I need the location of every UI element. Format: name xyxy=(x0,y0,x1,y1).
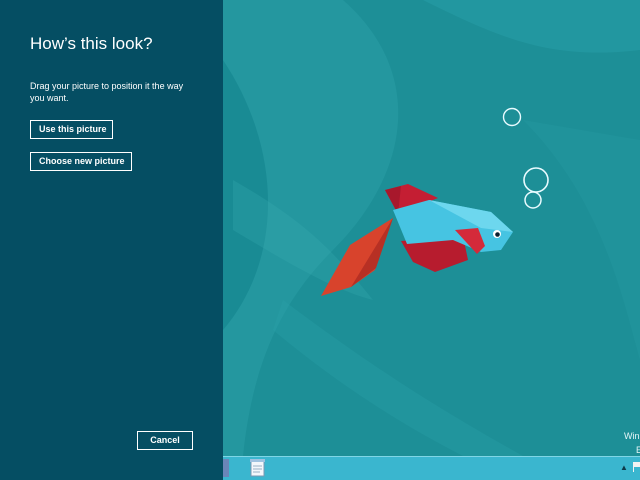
notepad-icon[interactable] xyxy=(247,458,269,478)
picture-preview[interactable] xyxy=(223,0,640,456)
start-edge[interactable] xyxy=(223,459,229,477)
choose-new-picture-button[interactable]: Choose new picture xyxy=(30,152,132,171)
betta-fish-wallpaper[interactable] xyxy=(223,0,640,456)
flag-icon[interactable] xyxy=(633,462,640,472)
picture-password-setup-screen: Win E ▲ How’s this look? Drag your pictu… xyxy=(0,0,640,480)
windows-watermark: Win E xyxy=(624,429,640,457)
chevron-up-icon[interactable]: ▲ xyxy=(620,463,628,473)
page-title: How’s this look? xyxy=(30,34,153,53)
setup-panel: How’s this look? Drag your picture to po… xyxy=(0,0,223,480)
use-this-picture-button[interactable]: Use this picture xyxy=(30,120,113,139)
cancel-button[interactable]: Cancel xyxy=(137,431,193,450)
instructions-text: Drag your picture to position it the way… xyxy=(30,81,184,103)
watermark-line2: E xyxy=(636,445,640,455)
taskbar: ▲ xyxy=(223,456,640,480)
watermark-line1: Win xyxy=(624,431,640,441)
